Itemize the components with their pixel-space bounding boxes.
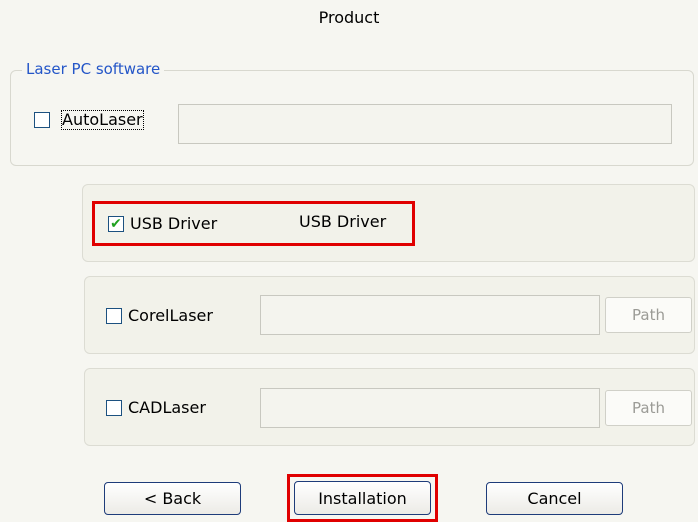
cadlaser-path-button[interactable]: Path: [605, 390, 692, 426]
usb-driver-status: USB Driver: [299, 212, 387, 231]
cadlaser-label[interactable]: CADLaser: [128, 399, 206, 417]
autolaser-label[interactable]: AutoLaser: [61, 110, 144, 130]
window-title: Product: [318, 8, 380, 27]
group-legend: Laser PC software: [22, 60, 165, 78]
corellaser-checkbox[interactable]: [106, 308, 122, 324]
autolaser-input[interactable]: [178, 104, 672, 144]
back-button[interactable]: < Back: [104, 482, 241, 515]
cadlaser-checkbox[interactable]: [106, 400, 122, 416]
corellaser-path-button[interactable]: Path: [605, 297, 692, 333]
corellaser-label[interactable]: CorelLaser: [128, 307, 213, 325]
usb-driver-label[interactable]: USB Driver: [130, 215, 217, 233]
usb-driver-checkbox[interactable]: ✔: [108, 216, 124, 232]
installation-button[interactable]: Installation: [294, 481, 431, 515]
cadlaser-path-input[interactable]: [260, 388, 600, 428]
autolaser-checkbox[interactable]: [34, 112, 50, 128]
corellaser-path-input[interactable]: [260, 295, 600, 335]
cancel-button[interactable]: Cancel: [486, 482, 623, 515]
